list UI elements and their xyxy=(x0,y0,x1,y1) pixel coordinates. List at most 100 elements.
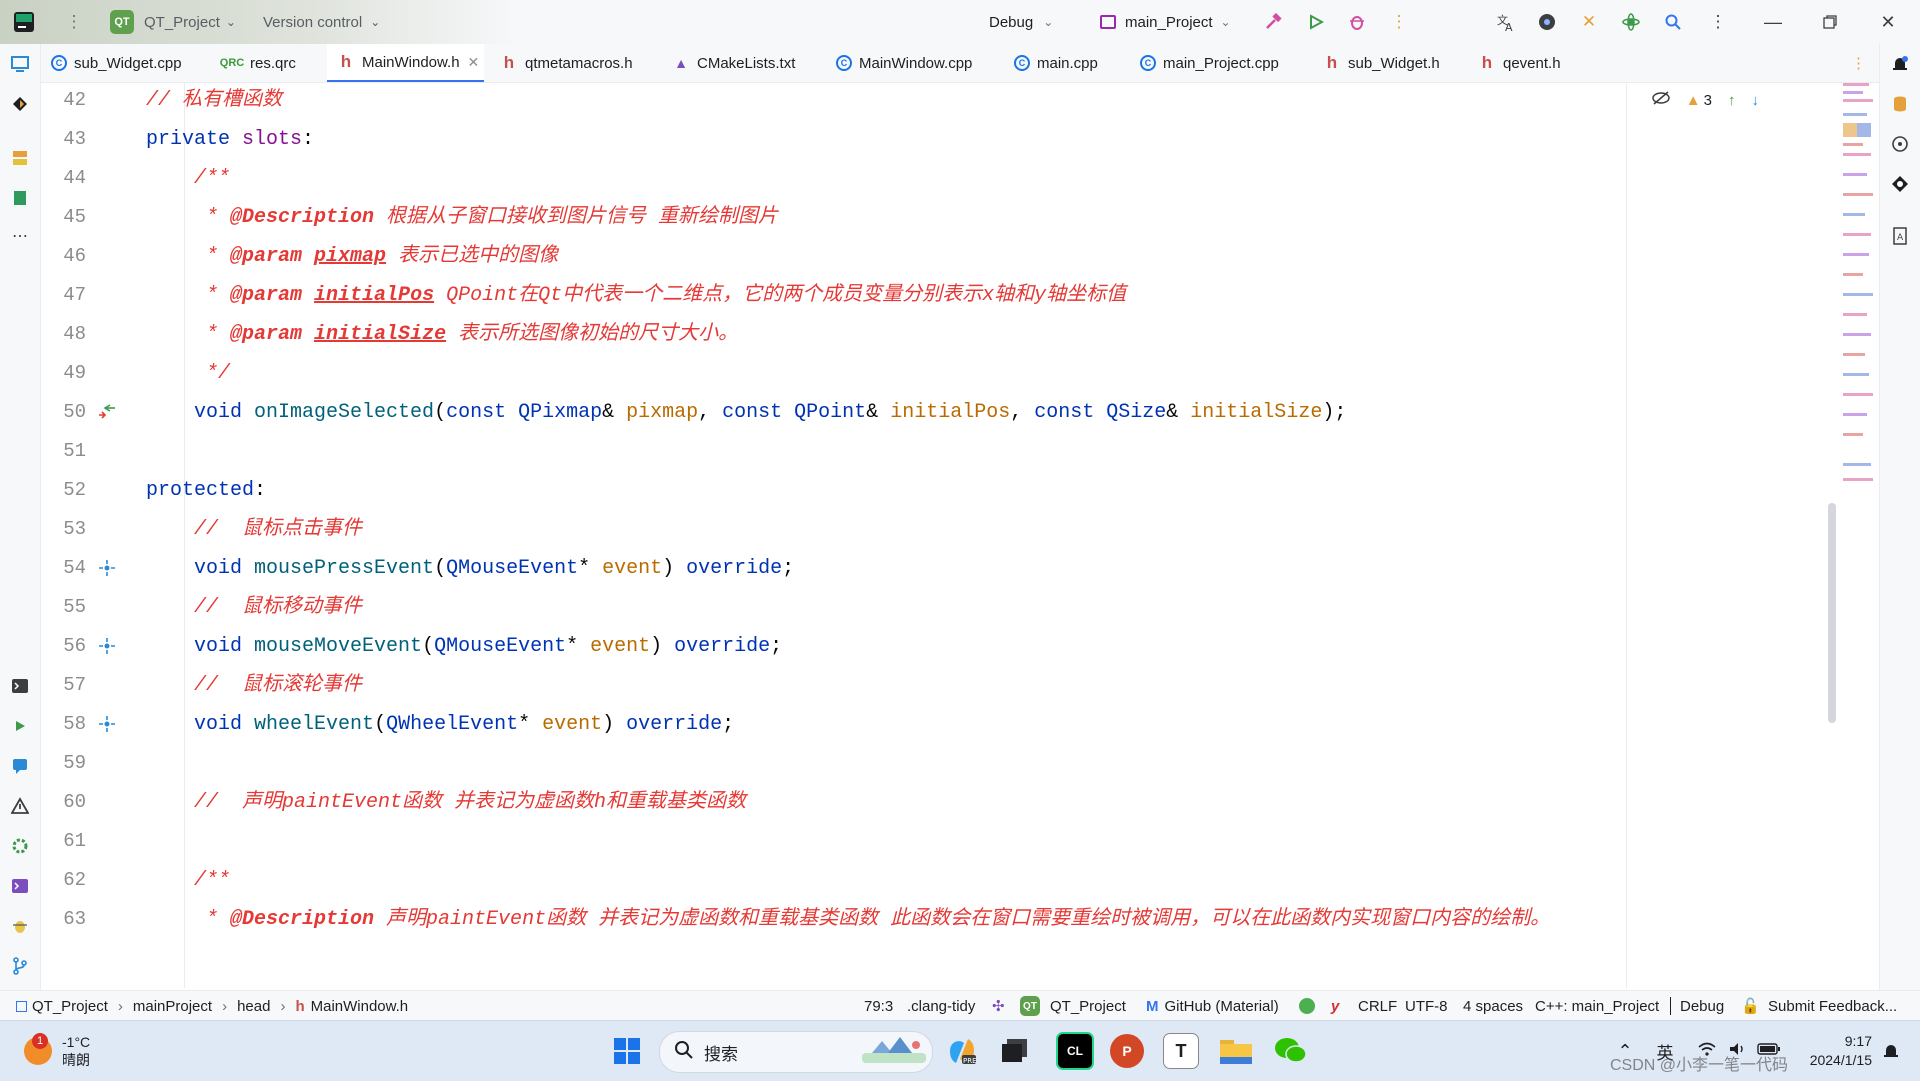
code-line: 63 * @Description 声明paintEvent函数 并表记为虚函数… xyxy=(41,900,1879,939)
bookmarks-icon[interactable] xyxy=(8,186,32,210)
tab-qtmetamacros-h[interactable]: h qtmetamacros.h xyxy=(490,44,662,82)
structure-icon[interactable] xyxy=(8,146,32,170)
go-to-implementation-icon[interactable] xyxy=(97,402,117,422)
clang-icon[interactable]: ✣ xyxy=(992,991,1005,1021)
main-menu-icon[interactable]: ⋮ xyxy=(62,10,86,34)
code-text: /** xyxy=(146,159,230,198)
override-method-icon[interactable] xyxy=(97,636,117,656)
error-stripe-minimap[interactable] xyxy=(1841,83,1879,563)
run-config-selector[interactable]: Debug ⌄ xyxy=(989,0,1053,44)
submit-feedback-link[interactable]: Submit Feedback... xyxy=(1768,991,1897,1021)
doc-tag: @param xyxy=(230,284,303,307)
breadcrumb-item[interactable]: QT_Project xyxy=(32,998,108,1015)
search-icon[interactable] xyxy=(1661,10,1685,34)
powerpoint-taskbar-app[interactable]: P xyxy=(1104,1021,1150,1081)
code-line: 48 * @param initialSize 表示所选图像初始的尺寸大小。 xyxy=(41,315,1879,354)
tools-icon[interactable]: ✕ xyxy=(1577,10,1601,34)
translate-icon[interactable]: 文A xyxy=(1494,10,1518,34)
tab-mainwindow-cpp[interactable]: C MainWindow.cpp xyxy=(826,44,1004,82)
comment: /** xyxy=(146,167,231,190)
tab-mainwindow-h[interactable]: h MainWindow.h ✕ xyxy=(327,44,484,82)
caret-position[interactable]: 79:3 xyxy=(864,991,893,1021)
more-actions-icon[interactable]: ⋮ xyxy=(1387,10,1411,34)
build-config[interactable]: Debug xyxy=(1680,991,1724,1021)
ai-chat-icon[interactable] xyxy=(1888,132,1912,156)
vertical-scrollbar[interactable] xyxy=(1828,503,1836,723)
tab-overflow-menu-icon[interactable]: ⋮ xyxy=(1841,44,1871,82)
weather-widget[interactable]: 1 -1°C 晴朗 xyxy=(24,1021,134,1081)
ai-assistant-icon[interactable] xyxy=(1619,10,1643,34)
record-icon[interactable] xyxy=(1535,10,1559,34)
project-selector[interactable]: QT QT_Project ⌄ xyxy=(110,0,236,44)
clion-logo-icon[interactable] xyxy=(12,10,36,34)
tab-res-qrc[interactable]: QRC res.qrc xyxy=(211,44,327,82)
minimize-icon[interactable]: — xyxy=(1761,10,1785,34)
terminal-icon[interactable] xyxy=(8,674,32,698)
task-view-icon[interactable] xyxy=(995,1021,1035,1081)
close-icon[interactable]: ✕ xyxy=(1876,10,1900,34)
override-method-icon[interactable] xyxy=(97,558,117,578)
code-editor[interactable]: ▲ 3 ↑ ↓ 42 // 私有槽函数 43 private slots: 44… xyxy=(41,83,1879,988)
target-selector[interactable]: main_Project ⌄ xyxy=(1100,0,1231,44)
status-ok-icon[interactable] xyxy=(1299,991,1315,1021)
start-button[interactable] xyxy=(607,1021,647,1081)
wechat-taskbar-app[interactable] xyxy=(1268,1021,1314,1081)
code-text: */ xyxy=(146,354,230,393)
yaml-icon[interactable]: y xyxy=(1331,991,1339,1021)
code-line: 51 xyxy=(41,432,1879,471)
settings-more-icon[interactable]: ⋮ xyxy=(1706,10,1730,34)
tab-sub-widget-h[interactable]: h sub_Widget.h xyxy=(1313,44,1468,82)
tab-main-project-cpp[interactable]: C main_Project.cpp xyxy=(1130,44,1313,82)
file-explorer-taskbar-app[interactable] xyxy=(1213,1021,1259,1081)
commit-icon[interactable] xyxy=(8,92,32,116)
taskbar-search[interactable]: 搜索 xyxy=(659,1031,933,1073)
tab-label: res.qrc xyxy=(250,54,296,72)
file-encoding[interactable]: UTF-8 xyxy=(1405,991,1448,1021)
punctuation: * xyxy=(518,713,543,736)
services-icon[interactable] xyxy=(8,834,32,858)
console-icon[interactable] xyxy=(8,874,32,898)
clock[interactable]: 9:17 2024/1/15 xyxy=(1792,1021,1872,1081)
messages-icon[interactable] xyxy=(8,754,32,778)
breadcrumb-item[interactable]: MainWindow.h xyxy=(311,998,409,1015)
copilot-app-icon[interactable]: PRE xyxy=(942,1021,982,1081)
close-tab-icon[interactable]: ✕ xyxy=(468,54,480,71)
debug-icon[interactable] xyxy=(1345,10,1369,34)
notifications-icon[interactable] xyxy=(1888,52,1912,76)
indent-setting[interactable]: 4 spaces xyxy=(1463,991,1523,1021)
theme-widget[interactable]: M GitHub (Material) xyxy=(1146,991,1279,1021)
clion-app-icon: CL xyxy=(1056,1032,1094,1070)
line-number: 42 xyxy=(63,89,86,111)
clion-taskbar-app[interactable]: CL xyxy=(1052,1021,1098,1081)
lock-icon[interactable]: 🔓 xyxy=(1741,991,1760,1021)
build-hammer-icon[interactable] xyxy=(1261,10,1285,34)
restore-icon[interactable] xyxy=(1818,10,1842,34)
run-tool-icon[interactable] xyxy=(8,714,32,738)
line-ending[interactable]: CRLF xyxy=(1358,991,1397,1021)
code-line: 54 void mousePressEvent(QMouseEvent* eve… xyxy=(41,549,1879,588)
comment: /** xyxy=(146,869,231,892)
override-method-icon[interactable] xyxy=(97,714,117,734)
debugger-icon[interactable] xyxy=(8,914,32,938)
documentation-icon[interactable]: A xyxy=(1888,224,1912,248)
tab-sub-widget-cpp[interactable]: C sub_Widget.cpp xyxy=(41,44,211,82)
resolve-context[interactable]: C++: main_Project xyxy=(1535,991,1659,1021)
code-line: 62 /** xyxy=(41,861,1879,900)
project-view-icon[interactable] xyxy=(8,52,32,76)
breadcrumb-item[interactable]: head xyxy=(237,998,270,1015)
tab-cmakelists[interactable]: ▲ CMakeLists.txt xyxy=(662,44,826,82)
linter-status[interactable]: .clang-tidy xyxy=(907,991,975,1021)
tab-qevent-h[interactable]: h qevent.h xyxy=(1468,44,1598,82)
vcs-selector[interactable]: Version control ⌄ xyxy=(263,0,380,44)
qt-project-widget[interactable]: QT QT_Project xyxy=(1020,991,1126,1021)
run-icon[interactable] xyxy=(1304,10,1328,34)
more-tools-icon[interactable]: ⋯ xyxy=(8,224,32,248)
copilot-icon[interactable] xyxy=(1888,172,1912,196)
breadcrumb-item[interactable]: mainProject xyxy=(133,998,212,1015)
git-branch-icon[interactable] xyxy=(8,954,32,978)
tab-main-cpp[interactable]: C main.cpp xyxy=(1004,44,1130,82)
problems-icon[interactable] xyxy=(8,794,32,818)
notification-center-icon[interactable] xyxy=(1876,1021,1906,1081)
typora-taskbar-app[interactable]: T xyxy=(1158,1021,1204,1081)
database-icon[interactable] xyxy=(1888,92,1912,116)
